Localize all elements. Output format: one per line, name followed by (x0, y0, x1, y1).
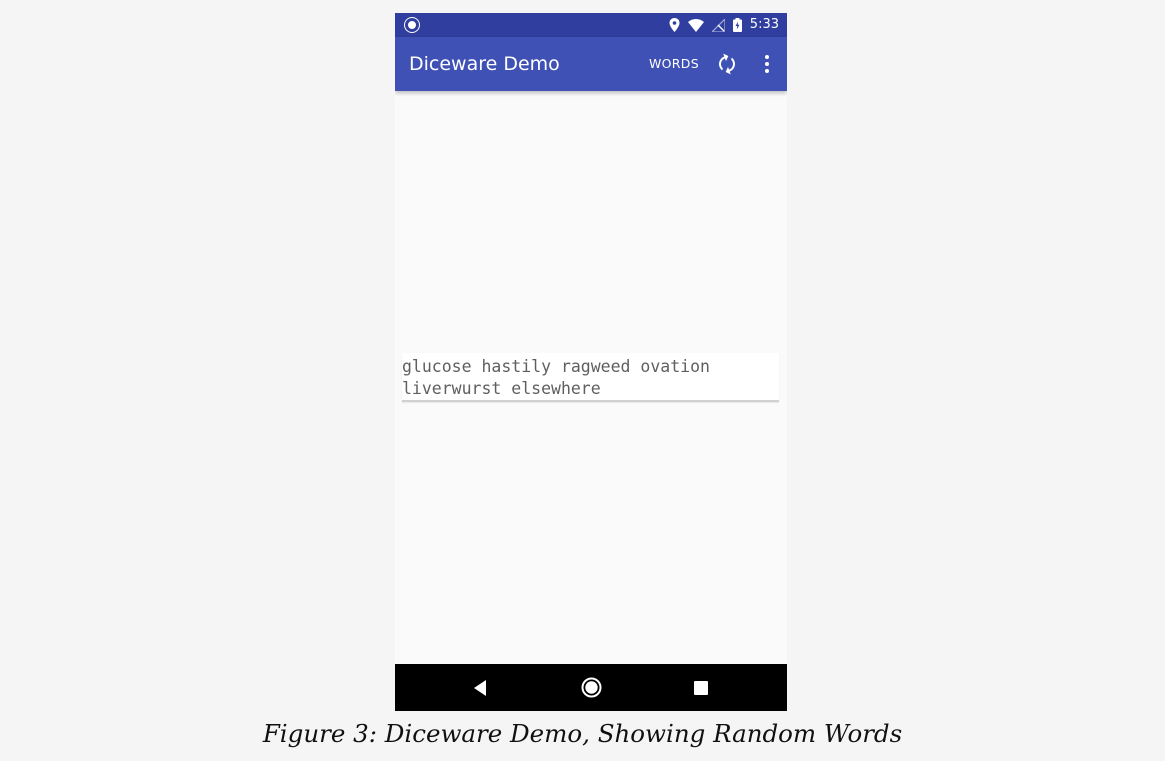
app-title: Diceware Demo (409, 53, 560, 75)
navigation-bar (395, 664, 787, 711)
home-icon[interactable] (581, 677, 602, 698)
status-icons: 5:33 (669, 13, 779, 37)
location-pin-icon (669, 18, 680, 32)
words-action-button[interactable]: WORDS (649, 37, 699, 91)
page: 5:33 Diceware Demo WORDS glucose hastily… (0, 0, 1165, 761)
recents-icon[interactable] (694, 681, 708, 695)
wifi-icon (687, 18, 704, 32)
status-time: 5:33 (749, 17, 779, 32)
more-vert-icon[interactable] (755, 52, 779, 76)
phone-screen: 5:33 Diceware Demo WORDS glucose hastily… (395, 13, 787, 711)
figure-caption: Figure 3: Diceware Demo, Showing Random … (262, 719, 903, 748)
status-bar: 5:33 (395, 13, 787, 37)
passphrase-text: glucose hastily ragweed ovation liverwur… (402, 353, 779, 402)
no-signal-icon (711, 18, 725, 32)
notification-dot-icon (405, 18, 419, 32)
refresh-icon[interactable] (715, 52, 739, 76)
app-bar: Diceware Demo WORDS (395, 37, 787, 91)
battery-charging-icon (732, 18, 742, 32)
back-icon[interactable] (471, 678, 491, 698)
